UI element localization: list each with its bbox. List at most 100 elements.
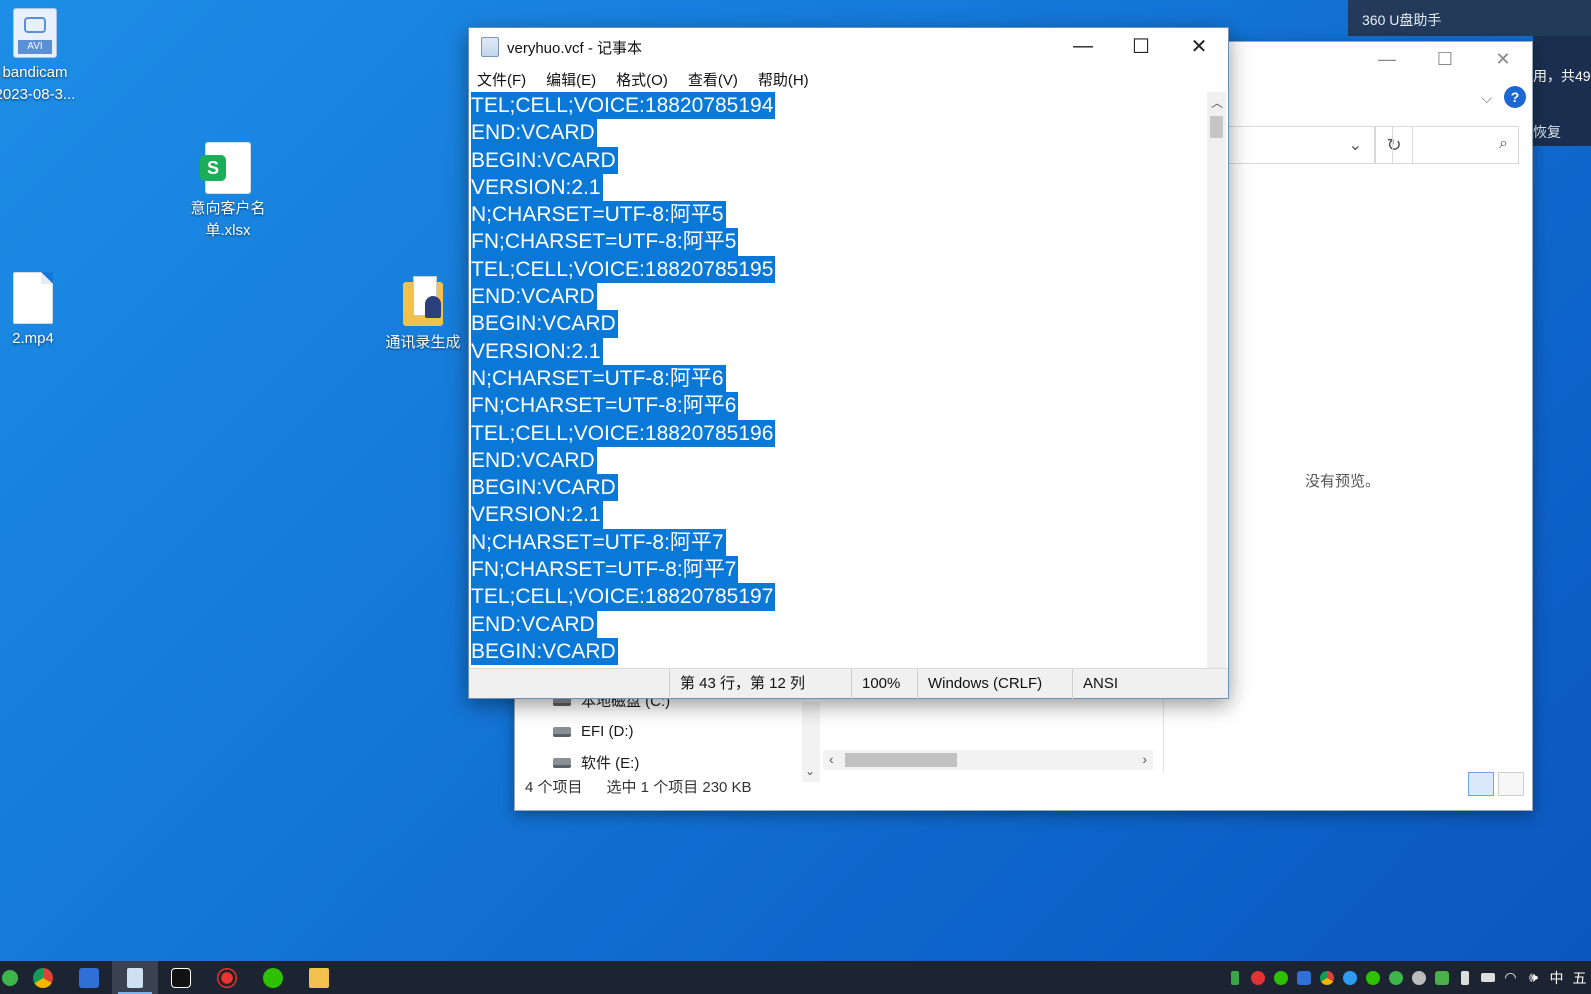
- taskbar-app-recorder[interactable]: [204, 961, 250, 994]
- selected-text: BEGIN:VCARD: [471, 474, 618, 502]
- nav-scrollbar[interactable]: ⌄: [802, 702, 820, 782]
- maximize-button[interactable]: ☐: [1416, 42, 1474, 76]
- editor-line: BEGIN:VCARD: [471, 146, 1198, 174]
- menu-help[interactable]: 帮助(H): [758, 69, 809, 90]
- close-button[interactable]: ✕: [1474, 42, 1532, 76]
- usb-helper-side: 用，共49 恢复: [1533, 36, 1591, 146]
- drive-icon: [553, 757, 571, 768]
- taskbar-app-capcut[interactable]: [158, 961, 204, 994]
- selected-text: END:VCARD: [471, 119, 597, 147]
- chevron-down-icon[interactable]: ⌄: [805, 764, 815, 778]
- chevron-up-icon[interactable]: ︿: [1211, 94, 1223, 111]
- editor-line: N;CHARSET=UTF-8:阿平6: [471, 364, 1198, 393]
- address-bar[interactable]: ⌄: [1215, 126, 1375, 164]
- notepad-icon: [481, 37, 499, 57]
- selected-text: FN;CHARSET=UTF-8:阿平7: [471, 556, 739, 584]
- mail-icon: [79, 967, 99, 988]
- selected-text: FN;CHARSET=UTF-8:阿平6: [471, 392, 739, 420]
- selected-text: TEL;CELL;VOICE:18820785196: [471, 419, 776, 447]
- maximize-button[interactable]: ☐: [1112, 28, 1170, 64]
- menu-view[interactable]: 查看(V): [688, 69, 738, 90]
- chevron-down-icon[interactable]: ⌄: [1349, 135, 1362, 155]
- encoding: ANSI: [1072, 669, 1212, 699]
- desktop-icon-customer-list[interactable]: S 意向客户名 单.xlsx: [183, 142, 273, 242]
- selected-text: FN;CHARSET=UTF-8:阿平5: [471, 228, 739, 256]
- scrollbar-thumb[interactable]: [1210, 116, 1223, 138]
- explorer-status-bar: 4 个项目 选中 1 个项目 230 KB: [525, 776, 752, 797]
- editor-line: VERSION:2.1: [471, 337, 1198, 365]
- large-icons-view-button[interactable]: [1498, 772, 1524, 796]
- nav-item-drive-e[interactable]: 软件 (E:): [543, 747, 670, 778]
- editor-line: END:VCARD: [471, 119, 1198, 147]
- selected-text: VERSION:2.1: [471, 337, 603, 365]
- tray-tool-icon[interactable]: [1407, 961, 1430, 994]
- tray-record-icon[interactable]: [1246, 961, 1269, 994]
- scrollbar-thumb[interactable]: [845, 753, 957, 767]
- selected-text: N;CHARSET=UTF-8:阿平5: [471, 201, 726, 229]
- editor-line: TEL;CELL;VOICE:18820785195: [471, 255, 1198, 284]
- taskbar-app-mail[interactable]: [66, 961, 112, 994]
- tray-wechat-icon[interactable]: [1269, 961, 1292, 994]
- minimize-button[interactable]: —: [1054, 28, 1112, 64]
- notepad-icon: [127, 967, 143, 988]
- taskbar-app-chrome[interactable]: [20, 961, 66, 994]
- notepad-window[interactable]: veryhuo.vcf - 记事本 — ☐ ✕ 文件(F) 编辑(E) 格式(O…: [468, 27, 1229, 699]
- editor-line: END:VCARD: [471, 446, 1198, 475]
- minimize-button[interactable]: —: [1358, 42, 1416, 76]
- usb-helper-panel[interactable]: 360 U盘助手: [1348, 0, 1591, 36]
- chevron-down-icon[interactable]: ⌵: [1481, 90, 1492, 107]
- tray-usb-icon[interactable]: [1223, 961, 1246, 994]
- taskbar: ◠ 🕪 中 五: [0, 961, 1591, 994]
- desktop-icon-label: 单.xlsx: [205, 222, 251, 239]
- editor-line: FN;CHARSET=UTF-8:阿平6: [471, 392, 1198, 420]
- zoom-level: 100%: [851, 669, 917, 699]
- folder-icon: [309, 967, 329, 988]
- menu-format[interactable]: 格式(O): [616, 69, 668, 90]
- taskbar-app-notepad[interactable]: [112, 961, 158, 994]
- text-editor[interactable]: TEL;CELL;VOICE:18820785194 END:VCARD BEGIN…: [471, 92, 1198, 698]
- tray-input-method[interactable]: 五: [1568, 961, 1591, 994]
- vertical-scrollbar[interactable]: ︿ ﹀: [1207, 92, 1226, 698]
- selected-text: BEGIN:VCARD: [471, 146, 618, 174]
- taskbar-app-360[interactable]: [0, 961, 20, 994]
- selected-text: N;CHARSET=UTF-8:阿平6: [471, 364, 726, 393]
- nav-item-drive-d[interactable]: EFI (D:): [543, 716, 670, 747]
- help-icon[interactable]: ?: [1504, 86, 1526, 108]
- menu-file[interactable]: 文件(F): [477, 69, 526, 90]
- tray-360-icon[interactable]: [1384, 961, 1407, 994]
- selected-text: TEL;CELL;VOICE:18820785197: [471, 583, 776, 611]
- tray-volume-icon[interactable]: 🕪: [1522, 961, 1545, 994]
- taskbar-app-explorer[interactable]: [296, 961, 342, 994]
- usb-helper-title: 360 U盘助手: [1362, 12, 1442, 28]
- chevron-left-icon[interactable]: ‹: [829, 751, 834, 767]
- tray-mail-icon[interactable]: [1292, 961, 1315, 994]
- desktop-icon-bandicam[interactable]: AVI bandicam 2023-08-3...: [0, 8, 80, 106]
- desktop-icon-mp4[interactable]: 2.mp4: [0, 272, 78, 350]
- tray-wifi-icon[interactable]: ◠: [1499, 961, 1522, 994]
- tray-cloud-icon[interactable]: [1338, 961, 1361, 994]
- tray-ime-indicator[interactable]: 中: [1545, 961, 1568, 994]
- tray-chrome-icon[interactable]: [1315, 961, 1338, 994]
- editor-line: TEL;CELL;VOICE:18820785197: [471, 583, 1198, 611]
- selected-text: BEGIN:VCARD: [471, 310, 618, 338]
- tray-battery-icon[interactable]: [1476, 961, 1499, 994]
- details-view-button[interactable]: [1468, 772, 1494, 796]
- restore-button[interactable]: 恢复: [1533, 122, 1561, 142]
- desktop-icon-contacts-generator[interactable]: 通讯录生成: [378, 276, 468, 354]
- system-tray: ◠ 🕪 中 五: [1223, 961, 1591, 994]
- selected-text: N;CHARSET=UTF-8:阿平7: [471, 528, 726, 557]
- close-button[interactable]: ✕: [1170, 28, 1228, 64]
- horizontal-scrollbar[interactable]: ‹ ›: [823, 750, 1153, 770]
- folder-icon: [403, 276, 443, 328]
- editor-line: VERSION:2.1: [471, 173, 1198, 202]
- menu-edit[interactable]: 编辑(E): [546, 69, 596, 90]
- cursor-position: 第 43 行，第 12 列: [669, 669, 851, 699]
- tray-wechat2-icon[interactable]: [1361, 961, 1384, 994]
- chevron-right-icon[interactable]: ›: [1142, 751, 1147, 767]
- drive-icon: [553, 726, 571, 737]
- taskbar-app-wechat[interactable]: [250, 961, 296, 994]
- tray-usb-drive-icon[interactable]: [1453, 961, 1476, 994]
- tray-shield-icon[interactable]: [1430, 961, 1453, 994]
- search-input[interactable]: ⌕: [1392, 126, 1519, 164]
- selected-text: TEL;CELL;VOICE:18820785194: [471, 92, 776, 120]
